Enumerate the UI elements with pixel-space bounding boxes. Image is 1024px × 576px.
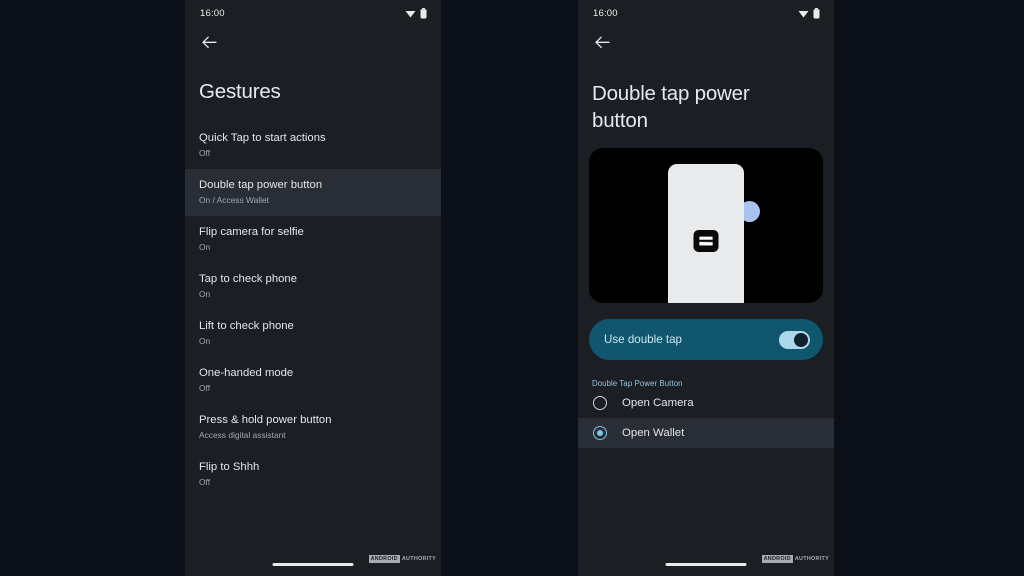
screenshot-canvas: 16:00 Gestures Quick Tap to start action… <box>0 0 1024 576</box>
back-arrow-icon[interactable] <box>592 32 612 52</box>
list-item-title: Flip camera for selfie <box>199 226 304 238</box>
list-item-subtitle: Off <box>199 148 211 158</box>
list-item-title: Tap to check phone <box>199 273 297 285</box>
radio-option-label: Open Camera <box>622 397 694 409</box>
list-item[interactable]: Flip camera for selfie On <box>185 216 441 263</box>
list-item[interactable]: Flip to Shhh Off <box>185 451 441 498</box>
watermark-mark: ANDROID <box>761 555 793 563</box>
toggle-label: Use double tap <box>604 333 682 346</box>
list-item[interactable]: Tap to check phone On <box>185 263 441 310</box>
status-bar-time: 16:00 <box>593 7 618 19</box>
status-bar-icons <box>798 7 820 19</box>
list-item-subtitle: On / Access Wallet <box>199 195 269 205</box>
watermark: ANDROID AUTHORITY <box>368 555 436 563</box>
list-item-subtitle: Access digital assistant <box>199 430 286 440</box>
top-app-bar-left <box>185 26 441 58</box>
battery-icon <box>420 7 427 18</box>
home-indicator[interactable] <box>272 563 354 566</box>
list-item[interactable]: Lift to check phone On <box>185 310 441 357</box>
list-item-subtitle: On <box>199 242 211 252</box>
back-arrow-icon[interactable] <box>199 32 219 52</box>
radio-option-open-wallet[interactable]: Open Wallet <box>578 418 834 448</box>
status-bar: 16:00 <box>185 0 441 26</box>
status-bar: 16:00 <box>578 0 834 26</box>
list-item[interactable]: Quick Tap to start actions Off <box>185 122 441 169</box>
watermark: ANDROID AUTHORITY <box>761 555 829 563</box>
gestures-list: Quick Tap to start actions Off Double ta… <box>185 122 441 498</box>
phone-screen-double-tap-power-button: 16:00 Double tap power button Use double… <box>578 0 834 576</box>
status-bar-icons <box>405 7 427 19</box>
list-item-title: Quick Tap to start actions <box>199 132 326 144</box>
list-item[interactable]: Press & hold power button Access digital… <box>185 404 441 451</box>
radio-option-open-camera[interactable]: Open Camera <box>578 388 834 418</box>
phone-illustration-icon <box>668 164 744 303</box>
section-label: Double Tap Power Button <box>592 379 683 388</box>
list-item-title: Lift to check phone <box>199 320 294 332</box>
wifi-icon <box>798 10 809 17</box>
list-item-title: One-handed mode <box>199 367 294 379</box>
phone-screen-gestures: 16:00 Gestures Quick Tap to start action… <box>185 0 441 576</box>
list-item[interactable]: One-handed mode Off <box>185 357 441 404</box>
list-item-subtitle: Off <box>199 477 211 487</box>
status-bar-time: 16:00 <box>200 7 225 19</box>
page-title: Double tap power button <box>592 82 750 132</box>
power-button-action-options: Open Camera Open Wallet <box>578 388 834 448</box>
watermark-mark: ANDROID <box>368 555 400 563</box>
page-title: Gestures <box>199 80 281 103</box>
use-double-tap-switch[interactable] <box>779 330 810 349</box>
use-double-tap-toggle-card[interactable]: Use double tap <box>589 319 823 360</box>
wifi-icon <box>405 10 416 17</box>
list-item-title: Double tap power button <box>199 179 323 191</box>
switch-knob <box>794 332 808 347</box>
radio-button-selected-icon[interactable] <box>593 426 607 440</box>
watermark-name: AUTHORITY <box>794 556 829 562</box>
illustration-panel <box>589 148 823 303</box>
radio-option-label: Open Wallet <box>622 427 685 439</box>
watermark-name: AUTHORITY <box>401 556 436 562</box>
home-indicator[interactable] <box>665 563 747 566</box>
list-item-subtitle: On <box>199 289 211 299</box>
list-item-double-tap-power-button[interactable]: Double tap power button On / Access Wall… <box>185 169 441 216</box>
battery-icon <box>813 7 820 18</box>
list-item-subtitle: Off <box>199 383 211 393</box>
radio-button-icon[interactable] <box>593 396 607 410</box>
wallet-icon <box>693 230 719 252</box>
list-item-title: Press & hold power button <box>199 414 332 426</box>
list-item-title: Flip to Shhh <box>199 461 260 473</box>
top-app-bar-right <box>578 26 834 58</box>
list-item-subtitle: On <box>199 336 211 346</box>
